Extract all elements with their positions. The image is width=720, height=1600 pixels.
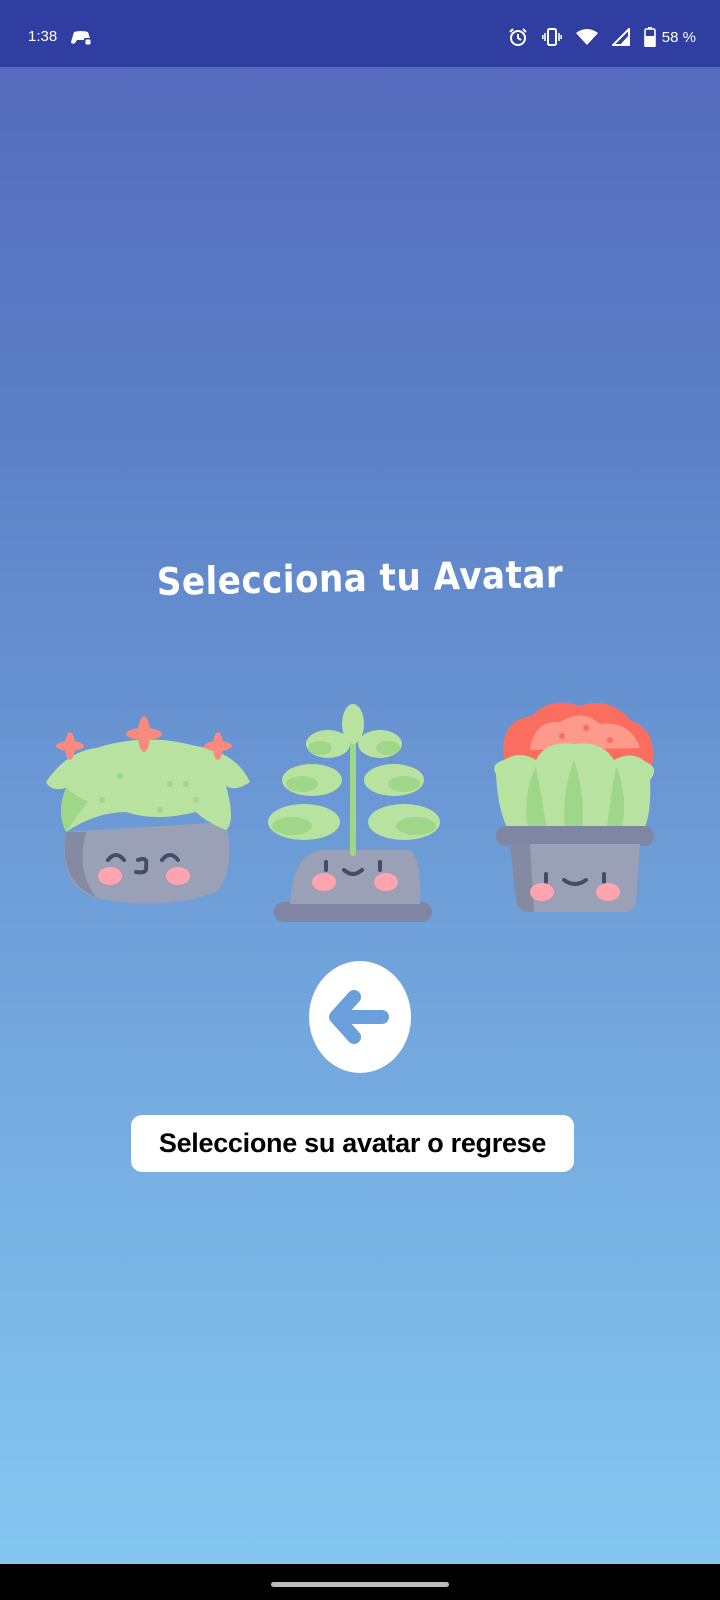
- status-icons: 58 %: [508, 27, 696, 47]
- alarm-icon: [508, 27, 528, 47]
- red-flower-succulent-avatar[interactable]: [490, 700, 660, 932]
- wifi-icon: [575, 28, 598, 46]
- page-title: Selecciona tu Avatar: [156, 552, 564, 604]
- hint-text: Seleccione su avatar o regrese: [158, 1128, 547, 1158]
- signal-icon: [611, 28, 630, 46]
- battery-icon: [643, 27, 656, 47]
- back-button[interactable]: [309, 961, 411, 1073]
- battery-level: 58 %: [661, 28, 696, 46]
- sprout-plant-avatar[interactable]: [268, 704, 452, 932]
- status-bar: 1:38 58 %: [0, 0, 720, 67]
- status-time: 1:38: [28, 28, 58, 45]
- home-gesture-handle[interactable]: [271, 1582, 449, 1587]
- arrow-left-icon: [329, 990, 389, 1044]
- vibrate-icon: [541, 28, 562, 46]
- flower-cactus-avatar[interactable]: [36, 712, 256, 922]
- game-controller-icon: [70, 29, 92, 47]
- hint-box: Seleccione su avatar o regrese: [131, 1115, 574, 1172]
